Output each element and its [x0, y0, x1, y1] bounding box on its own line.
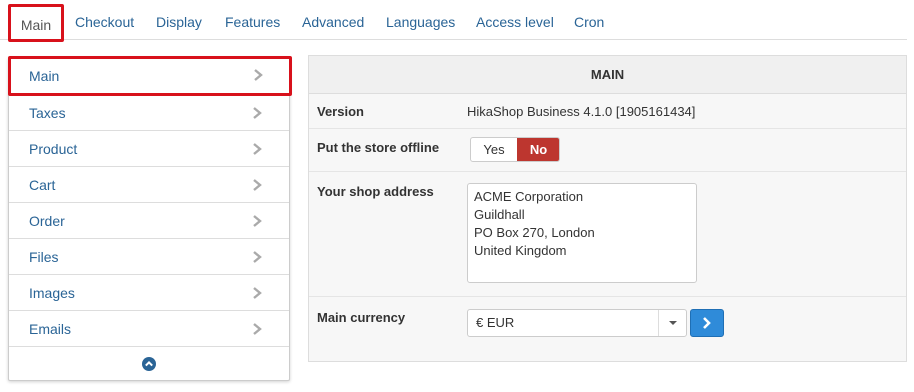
tab-main[interactable]: Main — [8, 4, 64, 42]
chevron-right-icon — [253, 107, 262, 119]
row-divider — [309, 296, 906, 297]
sidebar-item-files[interactable]: Files — [9, 239, 289, 275]
sidebar-item-label: Order — [29, 213, 65, 229]
shop-address-label: Your shop address — [317, 184, 434, 199]
row-divider — [309, 171, 906, 172]
chevron-right-icon — [253, 215, 262, 227]
currency-go-button[interactable] — [690, 309, 724, 337]
offline-toggle: Yes No — [470, 137, 560, 162]
tab-display[interactable]: Display — [156, 0, 202, 40]
sidebar-item-label: Main — [29, 68, 60, 84]
main-currency-label: Main currency — [317, 310, 406, 325]
offline-no-button[interactable]: No — [517, 138, 559, 161]
version-label: Version — [317, 104, 364, 119]
panel-title: MAIN — [309, 56, 906, 94]
currency-select-value: € EUR — [476, 315, 515, 330]
sidebar-item-cart[interactable]: Cart — [9, 167, 289, 203]
tab-features[interactable]: Features — [225, 0, 280, 40]
row-divider — [309, 128, 906, 129]
chevron-right-icon — [254, 69, 263, 81]
sidebar-item-main[interactable]: Main — [8, 56, 292, 96]
sidebar-menu: Main Taxes Product Cart Order Files Imag… — [8, 56, 292, 381]
sidebar-item-label: Product — [29, 141, 78, 157]
sidebar-item-label: Taxes — [29, 105, 66, 121]
sidebar-item-product[interactable]: Product — [9, 131, 289, 167]
tab-languages[interactable]: Languages — [386, 0, 455, 40]
chevron-right-icon — [253, 323, 262, 335]
sidebar-item-emails[interactable]: Emails — [9, 311, 289, 347]
sidebar-item-label: Files — [29, 249, 59, 265]
dropdown-caret[interactable] — [658, 310, 686, 336]
chevron-right-icon — [253, 287, 262, 299]
chevron-right-icon — [253, 179, 262, 191]
tab-checkout[interactable]: Checkout — [75, 0, 134, 40]
config-tabs: Main Checkout Display Features Advanced … — [0, 0, 907, 42]
tab-advanced[interactable]: Advanced — [302, 0, 364, 40]
offline-label: Put the store offline — [317, 140, 440, 155]
caret-down-icon — [669, 321, 677, 325]
currency-select[interactable]: € EUR — [467, 309, 687, 337]
version-value: HikaShop Business 4.1.0 [1905161434] — [467, 104, 696, 119]
tab-access-level[interactable]: Access level — [476, 0, 554, 40]
sidebar-item-images[interactable]: Images — [9, 275, 289, 311]
sidebar-item-label: Images — [29, 285, 75, 301]
sidebar-item-taxes[interactable]: Taxes — [9, 95, 289, 131]
shop-address-textarea[interactable] — [467, 183, 697, 283]
offline-yes-button[interactable]: Yes — [471, 138, 517, 161]
sidebar-item-label: Cart — [29, 177, 56, 193]
chevron-right-icon — [253, 143, 262, 155]
chevron-right-icon — [703, 317, 711, 329]
sidebar-item-order[interactable]: Order — [9, 203, 289, 239]
chevron-right-icon — [253, 251, 262, 263]
chevron-up-circle-icon[interactable] — [142, 357, 156, 371]
sidebar-item-label: Emails — [29, 321, 72, 337]
tab-cron[interactable]: Cron — [574, 0, 604, 40]
main-settings-panel: MAIN Version HikaShop Business 4.1.0 [19… — [308, 55, 907, 362]
